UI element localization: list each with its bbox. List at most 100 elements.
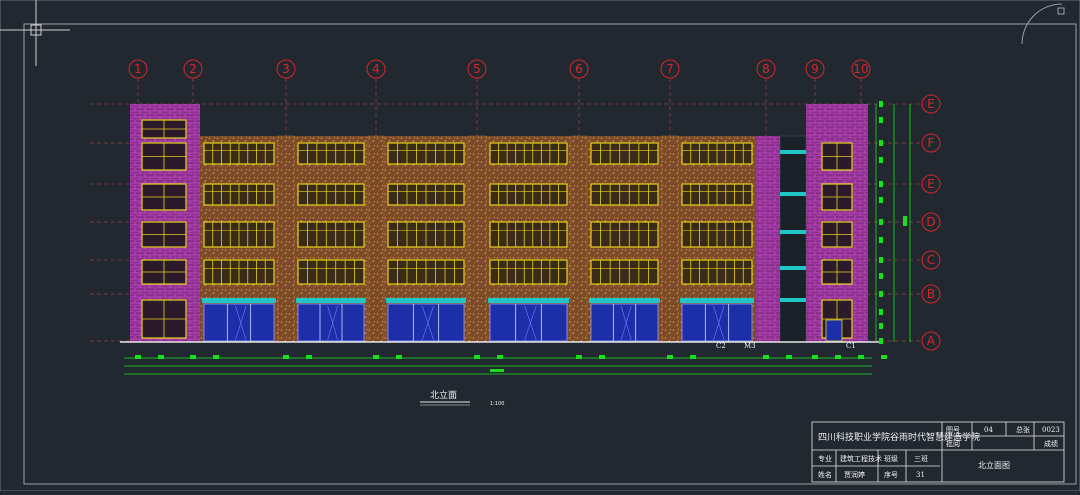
window — [590, 221, 659, 248]
student-name: 贾润婷 — [844, 470, 865, 479]
pilaster — [570, 135, 588, 343]
grid-bubble-label: 8 — [762, 62, 770, 76]
balcony-band — [780, 150, 806, 154]
dimension-tick — [786, 355, 792, 359]
dimension-tick — [306, 355, 312, 359]
balcony-band — [780, 298, 806, 302]
pilaster — [277, 135, 295, 343]
grid-bubble-label: 7 — [666, 62, 674, 76]
window — [297, 183, 365, 206]
label-seq: 序号 — [884, 470, 898, 479]
shopfront — [387, 303, 465, 342]
dimension-tick — [903, 216, 907, 226]
drawing-scale: 1:100 — [490, 401, 504, 407]
dimension-tick — [667, 355, 673, 359]
dimension-tick — [576, 355, 582, 359]
ground-shopfronts — [202, 298, 843, 342]
recessed-bay — [779, 135, 807, 343]
elevation-drawing[interactable]: 1 2 3 4 5 6 7 8 9 10 EFEDCBA C2 M3 C1 北立面 1:100 四… — [0, 0, 1080, 492]
window — [489, 221, 568, 248]
class-value: 三班 — [914, 454, 928, 463]
dimension-tick — [474, 355, 480, 359]
cad-viewport[interactable]: 1 2 3 4 5 6 7 8 9 10 EFEDCBA C2 M3 C1 北立面 1:100 四… — [0, 0, 1080, 492]
grid-bubble-label: 4 — [372, 62, 380, 76]
total-sheets: 0023 — [1042, 426, 1060, 434]
pilaster — [467, 135, 487, 343]
drawing-caption: 北立面 — [430, 389, 457, 401]
grid-axis-bubbles: 1 2 3 4 5 6 7 8 9 10 — [128, 59, 871, 79]
level-bubble-label: E — [927, 177, 935, 191]
dimension-tick — [135, 355, 141, 359]
dimension-tick — [213, 355, 219, 359]
dimension-tick — [396, 355, 402, 359]
balcony-band — [780, 266, 806, 270]
dimension-tick — [283, 355, 289, 359]
grid-bubble-label: 2 — [189, 62, 197, 76]
dimension-tick — [879, 117, 883, 123]
label-total: 总张 — [1016, 425, 1030, 434]
dimension-tick — [879, 237, 883, 243]
grid-bubble-label: 5 — [473, 62, 481, 76]
door-tag: C1 — [846, 342, 856, 350]
dimension-tick — [490, 369, 504, 372]
label-figure-no: 图号 — [946, 426, 960, 434]
dimension-tick — [158, 355, 164, 359]
dimension-tick — [879, 157, 883, 163]
dimension-tick — [763, 355, 769, 359]
dimension-tick — [599, 355, 605, 359]
dimension-tick — [879, 181, 883, 187]
seq-number: 31 — [916, 471, 925, 479]
tower-door — [825, 319, 843, 342]
balcony-band — [780, 192, 806, 196]
dimension-tick — [812, 355, 818, 359]
awning — [386, 298, 466, 303]
grid-bubble-label: 3 — [282, 62, 290, 76]
brick-column — [756, 136, 780, 342]
window — [489, 259, 568, 285]
window — [590, 183, 659, 206]
awning — [202, 298, 276, 303]
level-bubble-label: D — [926, 215, 935, 229]
shopfront — [297, 303, 365, 342]
shopfront — [489, 303, 568, 342]
awning — [589, 298, 660, 303]
shopfront — [203, 303, 275, 342]
dimension-tick — [879, 101, 883, 107]
door-tag: C2 — [716, 342, 726, 350]
dimension-tick — [879, 309, 883, 315]
label-major: 专业 — [818, 454, 832, 463]
balcony-band — [780, 230, 806, 234]
level-bubble-label: E — [927, 97, 935, 111]
dimension-tick — [879, 273, 883, 279]
label-name: 姓名 — [818, 470, 832, 479]
dimension-tick — [879, 257, 883, 263]
level-bubble-label: F — [928, 136, 935, 150]
dimension-tick — [881, 355, 887, 359]
dimension-tick — [879, 291, 883, 297]
awning — [296, 298, 366, 303]
dimension-tick — [373, 355, 379, 359]
dimension-tick — [858, 355, 864, 359]
crosshair-cursor — [0, 0, 70, 66]
window — [297, 221, 365, 248]
window — [489, 183, 568, 206]
building-facade[interactable] — [120, 104, 880, 343]
pilaster — [661, 135, 679, 343]
level-bubble-label: A — [927, 334, 936, 348]
level-bubble-label: C — [927, 253, 935, 267]
grade-label: 成绩 — [1044, 439, 1058, 448]
dimension-tick — [497, 355, 503, 359]
sheet-title: 北立面图 — [978, 460, 1010, 470]
shopfront — [681, 303, 753, 342]
dimension-tick — [879, 197, 883, 203]
grid-bubble-label: 1 — [134, 62, 142, 76]
grid-bubble-label: 9 — [811, 62, 819, 76]
window — [297, 259, 365, 285]
window — [590, 259, 659, 285]
figure-no: 04 — [984, 426, 993, 434]
dimension-tick — [879, 338, 883, 344]
level-axis-bubbles: E F E D C B A — [921, 94, 941, 351]
window — [489, 142, 568, 165]
grid-bubble-label: 10 — [853, 62, 868, 76]
dimension-tick — [190, 355, 196, 359]
